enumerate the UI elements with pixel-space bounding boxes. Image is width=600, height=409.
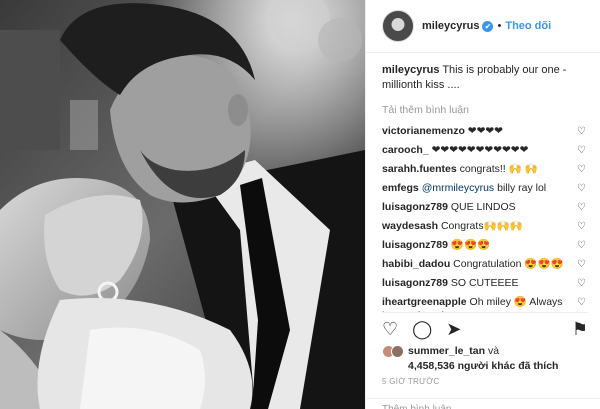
comment-mention-link[interactable]: @mrmileycyrus xyxy=(422,182,495,194)
load-more-comments-link[interactable]: Tải thêm bình luận xyxy=(382,104,586,116)
action-bar: ♡ ◯ ➤ ⚑ xyxy=(382,312,588,340)
comment-row: luisagonz789 SO CUTEEEE ♡ xyxy=(382,274,586,293)
post-caption: mileycyrus This is probably our one - mi… xyxy=(382,63,586,93)
likes-joiner: và xyxy=(485,345,500,357)
comment-username[interactable]: carooch_ xyxy=(382,144,429,156)
comment-like-heart-icon[interactable]: ♡ xyxy=(577,201,586,215)
header-separator: • xyxy=(497,20,502,32)
comment-row: carooch_ ❤❤❤❤❤❤❤❤❤❤❤ ♡ xyxy=(382,141,586,160)
comment-username[interactable]: luisagonz789 xyxy=(382,239,448,251)
comment-list: victorianemenzo ❤❤❤❤ ♡ carooch_ ❤❤❤❤❤❤❤❤❤❤… xyxy=(382,122,586,312)
follow-button[interactable]: Theo dõi xyxy=(505,20,551,32)
comment-row: victorianemenzo ❤❤❤❤ ♡ xyxy=(382,122,586,141)
comment-like-heart-icon[interactable]: ♡ xyxy=(577,220,586,234)
kiss-photo-illustration xyxy=(0,0,365,409)
comment-row: luisagonz789 😍😍😍 ♡ xyxy=(382,236,586,255)
comment-row: waydesash Congrats🙌🙌🙌 ♡ xyxy=(382,217,586,236)
comment-username[interactable]: iheartgreenapple xyxy=(382,296,467,308)
share-icon[interactable]: ➤ xyxy=(446,319,461,340)
comment-row: iheartgreenapple Oh miley 😍 Always been … xyxy=(382,293,586,312)
likes-summary: summer_le_tan và 4,458,536 người khác đã… xyxy=(382,344,590,374)
comment-text: billy ray lol xyxy=(494,182,547,194)
comment-like-heart-icon[interactable]: ♡ xyxy=(577,296,586,310)
comment-text: 😍😍😍 xyxy=(447,239,491,251)
comment-username[interactable]: luisagonz789 xyxy=(382,201,448,213)
post-header: mileycyrus ✔ • Theo dõi xyxy=(366,0,600,53)
caption-username[interactable]: mileycyrus xyxy=(382,64,439,76)
comment-like-heart-icon[interactable]: ♡ xyxy=(577,277,586,291)
comment-row: luisagonz789 QUE LINDOS ♡ xyxy=(382,198,586,217)
post-photo[interactable] xyxy=(0,0,365,409)
comment-like-heart-icon[interactable]: ♡ xyxy=(577,163,586,177)
comment-username[interactable]: habibi_dadou xyxy=(382,258,450,270)
likes-count[interactable]: 4,458,536 người khác đã thích xyxy=(408,360,558,372)
comment-like-heart-icon[interactable]: ♡ xyxy=(577,144,586,158)
bookmark-icon[interactable]: ⚑ xyxy=(572,319,588,340)
comment-row: habibi_dadou Congratulation 😍😍😍 ♡ xyxy=(382,255,586,274)
liker-avatars xyxy=(382,345,404,374)
liker-avatar xyxy=(391,345,404,358)
comment-like-heart-icon[interactable]: ♡ xyxy=(577,182,586,196)
comment-like-heart-icon[interactable]: ♡ xyxy=(577,258,586,272)
liker-username[interactable]: summer_le_tan xyxy=(408,345,485,357)
comment-text: Congrats🙌🙌🙌 xyxy=(438,220,523,232)
comment-username[interactable]: sarahh.fuentes xyxy=(382,163,457,175)
author-avatar[interactable] xyxy=(382,10,414,42)
post-sidebar: mileycyrus ✔ • Theo dõi mileycyrus This … xyxy=(365,0,600,409)
comment-text: ❤❤❤❤❤❤❤❤❤❤❤ xyxy=(428,144,529,156)
comment-text: congrats!! 🙌 🙌 xyxy=(456,163,538,175)
post-timestamp[interactable]: 5 GIỜ TRƯỚC xyxy=(382,377,440,386)
like-heart-icon[interactable]: ♡ xyxy=(382,319,398,340)
comment-like-heart-icon[interactable]: ♡ xyxy=(577,239,586,253)
comment-bubble-icon[interactable]: ◯ xyxy=(412,319,432,340)
instagram-post-view: mileycyrus ✔ • Theo dõi mileycyrus This … xyxy=(0,0,600,409)
comment-text: SO CUTEEEE xyxy=(447,277,519,289)
comment-username[interactable]: emfegs xyxy=(382,182,419,194)
comment-row: emfegs @mrmileycyrus billy ray lol ♡ xyxy=(382,179,586,198)
author-username[interactable]: mileycyrus xyxy=(422,20,479,32)
comment-username[interactable]: victorianemenzo xyxy=(382,125,465,137)
comment-like-heart-icon[interactable]: ♡ xyxy=(577,125,586,139)
comment-username[interactable]: waydesash xyxy=(382,220,438,232)
comment-row: sarahh.fuentes congrats!! 🙌 🙌 ♡ xyxy=(382,160,586,179)
comments-section[interactable]: mileycyrus This is probably our one - mi… xyxy=(366,53,600,312)
comment-text: QUE LINDOS xyxy=(447,201,516,213)
add-comment-input[interactable]: Thêm bình luận... xyxy=(366,398,600,409)
comment-text: Congratulation 😍😍😍 xyxy=(450,258,564,270)
comment-username[interactable]: luisagonz789 xyxy=(382,277,448,289)
verified-badge-icon: ✔ xyxy=(482,20,494,32)
comment-text: ❤❤❤❤ xyxy=(464,125,503,137)
